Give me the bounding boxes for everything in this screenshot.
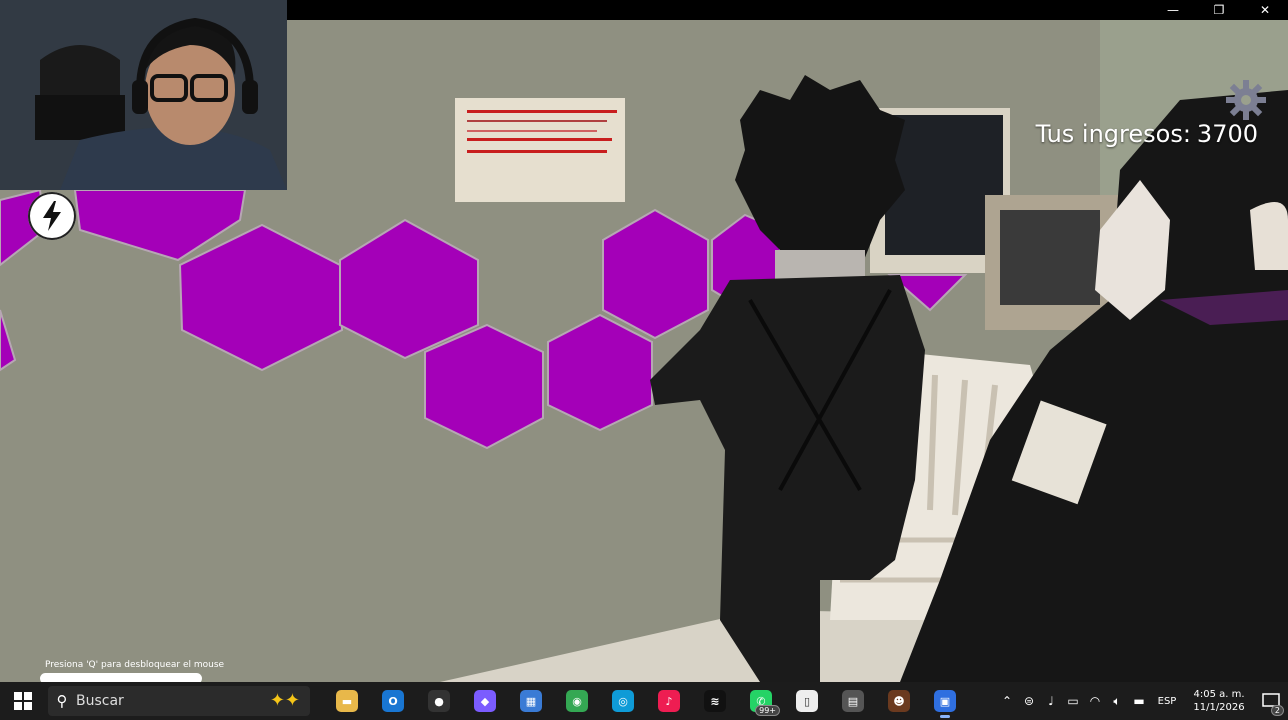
window-controls: — ❐ ✕ bbox=[1150, 0, 1288, 20]
notification-icon[interactable]: 2 bbox=[1254, 682, 1288, 720]
fnaf-icon: ☻ bbox=[888, 690, 910, 712]
system-tray: ⌃ ⊜ ♩ ▭ ◠ 🔈︎ ▬ ESP 4:05 a. m. 11/1/2026 … bbox=[996, 682, 1288, 720]
taskbar-app-whatsapp[interactable]: ✆ 99+ bbox=[738, 682, 784, 720]
income-display: Tus ingresos: 3700 bbox=[1036, 120, 1258, 148]
windows-start-icon[interactable] bbox=[0, 682, 46, 720]
close-button[interactable]: ✕ bbox=[1242, 0, 1288, 20]
minimize-button[interactable]: — bbox=[1150, 0, 1196, 20]
gear-icon[interactable] bbox=[1224, 78, 1268, 122]
taskbar-search[interactable]: ⚲ Buscar ✦✦ bbox=[48, 686, 310, 716]
sparkle-icon: ✦✦ bbox=[269, 690, 300, 711]
capcut-icon: ≋ bbox=[704, 690, 726, 712]
file-explorer-icon: ▬ bbox=[336, 690, 358, 712]
ms-store-icon: ▦ bbox=[520, 690, 542, 712]
taskbar-app-copilot[interactable]: ◆ bbox=[462, 682, 508, 720]
battery-icon[interactable]: ▬ bbox=[1128, 694, 1150, 708]
taskbar-app-file[interactable]: ▯ bbox=[784, 682, 830, 720]
screen-recorder-icon: ● bbox=[428, 690, 450, 712]
game-app-icon: ▤ bbox=[842, 690, 864, 712]
webcam-overlay bbox=[0, 0, 287, 190]
microphone-icon[interactable]: ♩ bbox=[1040, 694, 1062, 708]
unlock-mouse-hint: Presiona 'Q' para desbloquear el mouse bbox=[45, 660, 225, 670]
chevron-up-icon[interactable]: ⌃ bbox=[996, 694, 1018, 708]
taskbar-app-tiktok[interactable]: ♪ bbox=[646, 682, 692, 720]
search-icon: ⚲ bbox=[56, 692, 68, 710]
hint-bar bbox=[40, 673, 202, 682]
chrome-icon: ◉ bbox=[566, 690, 588, 712]
wall-poster bbox=[455, 98, 625, 202]
language-indicator[interactable]: ESP bbox=[1150, 696, 1184, 707]
taskbar-app-ms-store[interactable]: ▦ bbox=[508, 682, 554, 720]
taskbar-app-outlook[interactable]: O bbox=[370, 682, 416, 720]
notification-count: 2 bbox=[1270, 705, 1284, 716]
taskbar-app-screen-recorder[interactable]: ● bbox=[416, 682, 462, 720]
lightning-icon[interactable] bbox=[28, 192, 76, 240]
copilot-icon: ◆ bbox=[474, 690, 496, 712]
taskbar-app-game-app[interactable]: ▤ bbox=[830, 682, 876, 720]
taskbar-app-chrome[interactable]: ◉ bbox=[554, 682, 600, 720]
volume-icon[interactable]: 🔈︎ bbox=[1106, 694, 1128, 709]
edge-icon: ◎ bbox=[612, 690, 634, 712]
clock[interactable]: 4:05 a. m. 11/1/2026 bbox=[1184, 688, 1254, 714]
taskbar-app-capcut[interactable]: ≋ bbox=[692, 682, 738, 720]
maximize-button[interactable]: ❐ bbox=[1196, 0, 1242, 20]
tray-app-icon[interactable]: ⊜ bbox=[1018, 694, 1040, 708]
search-placeholder: Buscar bbox=[76, 693, 124, 709]
outlook-icon: O bbox=[382, 690, 404, 712]
clock-date: 11/1/2026 bbox=[1193, 702, 1245, 713]
display-icon[interactable]: ▭ bbox=[1062, 694, 1084, 708]
taskbar-app-fnaf[interactable]: ☻ bbox=[876, 682, 922, 720]
wifi-icon[interactable]: ◠ bbox=[1084, 694, 1106, 708]
taskbar: ⚲ Buscar ✦✦ ▬ O ● ◆ ▦ ◉ ◎ ♪ ≋ ✆ 99+ ▯ ▤ ☻ ▣ ⌃ ⊜ ♩ ▭ ◠ … bbox=[0, 682, 1288, 720]
app-badge: 99+ bbox=[755, 705, 780, 716]
tiktok-icon: ♪ bbox=[658, 690, 680, 712]
taskbar-app-edge[interactable]: ◎ bbox=[600, 682, 646, 720]
income-label: Tus ingresos: bbox=[1035, 120, 1191, 148]
income-value: 3700 bbox=[1196, 120, 1258, 148]
taskbar-apps: ▬ O ● ◆ ▦ ◉ ◎ ♪ ≋ ✆ 99+ ▯ ▤ ☻ ▣ bbox=[324, 682, 968, 720]
clock-time: 4:05 a. m. bbox=[1193, 689, 1245, 700]
taskbar-app-file-explorer[interactable]: ▬ bbox=[324, 682, 370, 720]
file-icon: ▯ bbox=[796, 690, 818, 712]
taskbar-app-roblox[interactable]: ▣ bbox=[922, 682, 968, 720]
roblox-icon: ▣ bbox=[934, 690, 956, 712]
